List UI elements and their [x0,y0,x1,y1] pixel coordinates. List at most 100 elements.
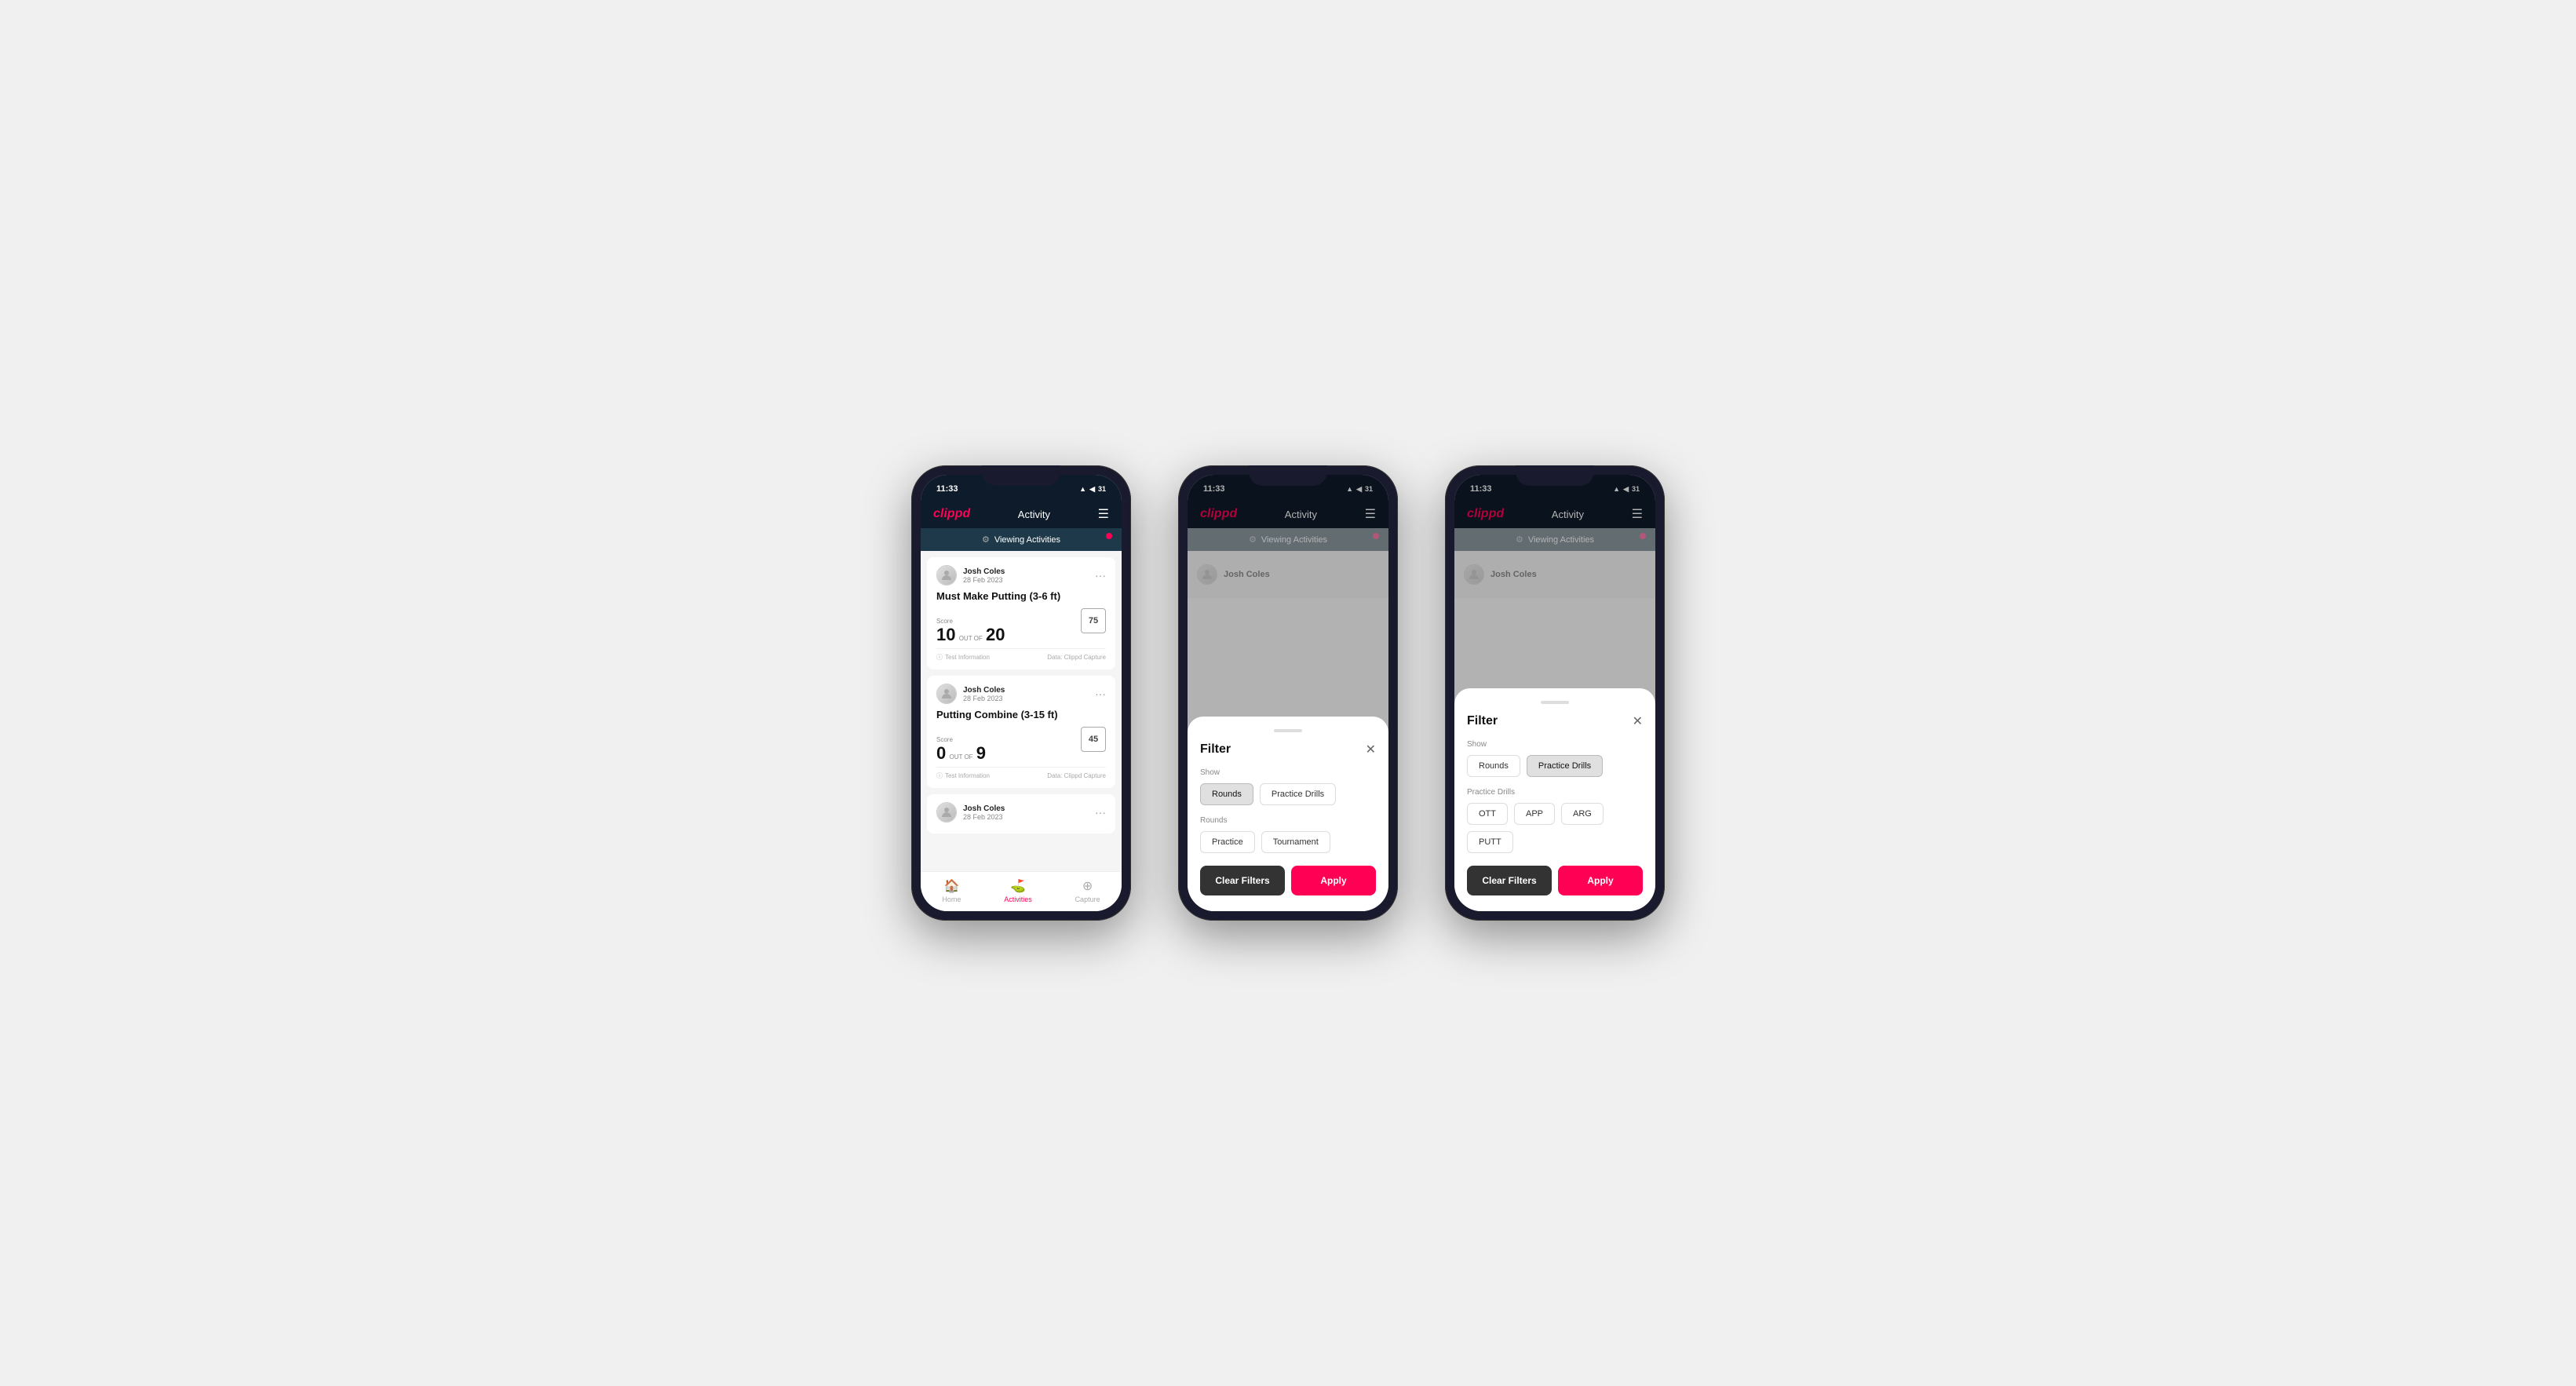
activity-card-1: Josh Coles 28 Feb 2023 ··· Must Make Put… [927,557,1115,669]
activity-card-2: Josh Coles 28 Feb 2023 ··· Putting Combi… [927,676,1115,788]
clear-filters-btn-3[interactable]: Clear Filters [1467,866,1552,895]
app-btn-3[interactable]: APP [1514,803,1555,825]
clear-filters-btn-2[interactable]: Clear Filters [1200,866,1285,895]
card-user-2: Josh Coles 28 Feb 2023 [936,684,1005,704]
tournament-btn-2[interactable]: Tournament [1261,831,1330,853]
shots-value-2: 9 [976,745,986,762]
putt-btn-3[interactable]: PUTT [1467,831,1513,853]
data-text-2: Data: Clippd Capture [1047,772,1106,779]
notch-1 [982,465,1060,486]
avatar-3 [936,802,957,822]
header-title-1: Activity [1018,509,1050,520]
viewing-bar-text-1: Viewing Activities [994,535,1060,545]
show-label-3: Show [1467,740,1643,749]
notification-dot-1 [1106,533,1112,539]
status-time-1: 11:33 [936,484,958,494]
modal-close-3[interactable]: ✕ [1633,713,1643,729]
stat-group-score-1: Score 10 OUT OF 20 [936,618,1005,644]
nav-activities-1[interactable]: ⛳ Activities [1004,878,1032,903]
card-footer-2: ⓘ Test Information Data: Clippd Capture [936,767,1106,780]
apply-btn-3[interactable]: Apply [1558,866,1643,895]
phone-1: 11:33 ▲ ◀ 31 clippd Activity ☰ ⚙ Viewing… [911,465,1131,921]
rounds-btn-3[interactable]: Rounds [1467,755,1520,777]
practice-btn-2[interactable]: Practice [1200,831,1255,853]
more-dots-1[interactable]: ··· [1095,569,1106,582]
menu-icon-1[interactable]: ☰ [1098,506,1109,522]
home-label-1: Home [942,895,961,903]
stat-group-score-2: Score 0 OUT OF 9 [936,736,986,762]
user-date-3: 28 Feb 2023 [963,813,1005,821]
capture-label-1: Capture [1075,895,1100,903]
modal-header-2: Filter ✕ [1200,742,1376,757]
rounds-btn-2[interactable]: Rounds [1200,783,1253,805]
activity-content-1: Josh Coles 28 Feb 2023 ··· Must Make Put… [921,551,1122,871]
filter-modal-2: Filter ✕ Show Rounds Practice Drills Rou… [1188,717,1388,911]
notch-3 [1516,465,1594,486]
out-of-2: OUT OF [947,753,975,760]
show-buttons-2: Rounds Practice Drills [1200,783,1376,805]
rounds-buttons-2: Practice Tournament [1200,831,1376,853]
data-text-1: Data: Clippd Capture [1047,654,1106,661]
phone-2: 11:33 ▲ ◀ 31 clippd Activity ☰ ⚙ Viewing… [1178,465,1398,921]
user-date-1: 28 Feb 2023 [963,576,1005,584]
avatar-2 [936,684,957,704]
filter-modal-3: Filter ✕ Show Rounds Practice Drills Pra… [1454,688,1655,911]
phone-3: 11:33 ▲ ◀ 31 clippd Activity ☰ ⚙ Viewing… [1445,465,1665,921]
modal-footer-3: Clear Filters Apply [1467,866,1643,895]
modal-title-3: Filter [1467,714,1498,728]
rounds-label-2: Rounds [1200,816,1376,825]
shot-quality-value-1: 75 [1089,616,1098,626]
battery-icon: 31 [1098,485,1106,493]
shots-value-1: 20 [986,626,1005,644]
out-of-1: OUT OF [957,635,984,642]
modal-title-2: Filter [1200,742,1231,757]
card-header-1: Josh Coles 28 Feb 2023 ··· [936,565,1106,585]
show-buttons-3: Rounds Practice Drills [1467,755,1643,777]
ott-btn-3[interactable]: OTT [1467,803,1508,825]
home-icon-1: 🏠 [943,878,959,894]
activities-label-1: Activities [1004,895,1032,903]
notch-2 [1249,465,1327,486]
bottom-nav-1: 🏠 Home ⛳ Activities ⊕ Capture [921,871,1122,911]
status-icons-1: ▲ ◀ 31 [1079,485,1106,494]
card-user-1: Josh Coles 28 Feb 2023 [936,565,1005,585]
more-dots-3[interactable]: ··· [1095,806,1106,819]
practice-drills-btn-2[interactable]: Practice Drills [1260,783,1336,805]
user-info-2: Josh Coles 28 Feb 2023 [963,686,1005,702]
user-date-2: 28 Feb 2023 [963,695,1005,702]
activity-card-3: Josh Coles 28 Feb 2023 ··· [927,794,1115,833]
nav-capture-1[interactable]: ⊕ Capture [1075,878,1100,903]
arg-btn-3[interactable]: ARG [1561,803,1604,825]
card-title-1: Must Make Putting (3-6 ft) [936,590,1106,602]
modal-close-2[interactable]: ✕ [1366,742,1376,757]
app-header-1: clippd Activity ☰ [921,500,1122,528]
card-title-2: Putting Combine (3-15 ft) [936,709,1106,720]
practice-drills-btn-3[interactable]: Practice Drills [1527,755,1603,777]
capture-icon-1: ⊕ [1082,878,1093,894]
apply-btn-2[interactable]: Apply [1291,866,1376,895]
modal-handle-2 [1274,729,1302,732]
wifi-icon: ◀ [1089,485,1095,494]
card-user-3: Josh Coles 28 Feb 2023 [936,802,1005,822]
user-info-1: Josh Coles 28 Feb 2023 [963,567,1005,584]
user-info-3: Josh Coles 28 Feb 2023 [963,804,1005,821]
score-label-1: Score [936,618,1005,625]
score-label-2: Score [936,736,986,743]
screen-1: 11:33 ▲ ◀ 31 clippd Activity ☰ ⚙ Viewing… [921,475,1122,911]
modal-header-3: Filter ✕ [1467,713,1643,729]
nav-home-1[interactable]: 🏠 Home [942,878,961,903]
signal-icon: ▲ [1079,485,1086,493]
more-dots-2[interactable]: ··· [1095,688,1106,700]
activities-icon-1: ⛳ [1010,878,1026,894]
info-text-1: ⓘ Test Information [936,653,990,662]
info-text-2: ⓘ Test Information [936,771,990,780]
screen-3: 11:33 ▲ ◀ 31 clippd Activity ☰ ⚙ Viewing… [1454,475,1655,911]
viewing-bar-1[interactable]: ⚙ Viewing Activities [921,528,1122,551]
avatar-1 [936,565,957,585]
phones-container: 11:33 ▲ ◀ 31 clippd Activity ☰ ⚙ Viewing… [911,465,1665,921]
user-name-1: Josh Coles [963,567,1005,576]
practice-drills-buttons-3: OTT APP ARG PUTT [1467,803,1643,853]
screen-2: 11:33 ▲ ◀ 31 clippd Activity ☰ ⚙ Viewing… [1188,475,1388,911]
modal-handle-3 [1541,701,1569,704]
shot-quality-value-2: 45 [1089,735,1098,744]
